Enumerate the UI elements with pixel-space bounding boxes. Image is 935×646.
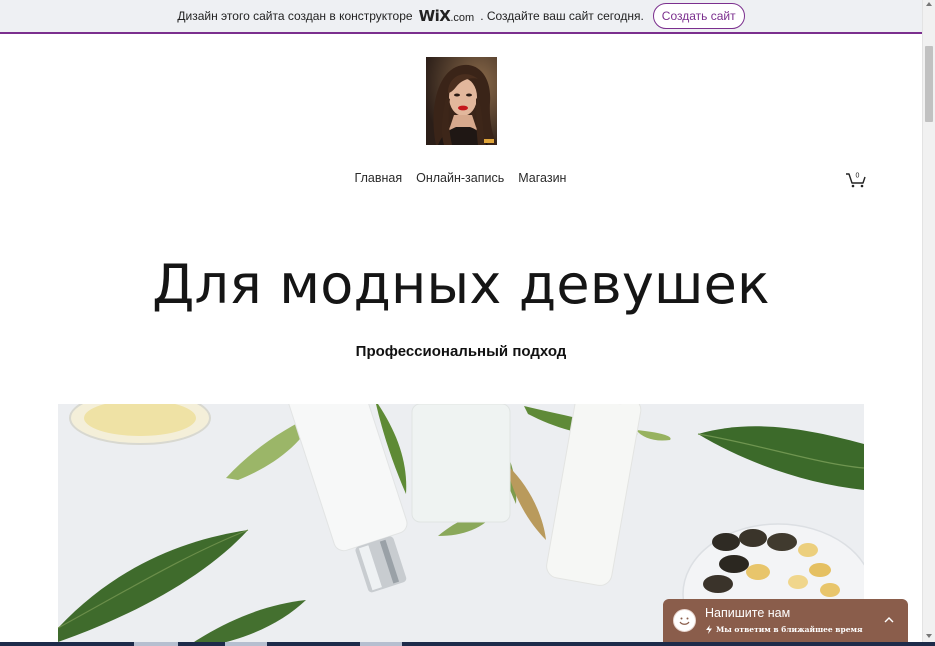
cart-button[interactable]: 0 xyxy=(845,170,867,188)
chevron-up-icon[interactable] xyxy=(884,615,894,625)
scrollbar[interactable] xyxy=(922,0,935,646)
smiley-icon xyxy=(673,609,696,632)
taskbar xyxy=(0,642,935,646)
cart-count: 0 xyxy=(856,173,860,180)
chat-subtitle: Мы ответим в ближайшее время xyxy=(705,625,863,634)
wix-logo[interactable]: WiX.com xyxy=(419,7,475,25)
chat-subtitle-text: Мы ответим в ближайшее время xyxy=(716,625,863,634)
scroll-thumb[interactable] xyxy=(925,46,933,122)
wix-promo-banner: Дизайн этого сайта создан в конструкторе… xyxy=(0,0,922,34)
banner-text: Дизайн этого сайта создан в конструкторе xyxy=(177,9,413,23)
profile-photo xyxy=(426,57,497,145)
nav-item-booking[interactable]: Онлайн-запись xyxy=(416,171,504,185)
nav-item-home[interactable]: Главная xyxy=(355,171,403,185)
hero-subtitle: Профессиональный подход xyxy=(355,343,567,360)
hero-title: Для модных девушек xyxy=(152,253,770,316)
cart-icon: 0 xyxy=(846,173,866,188)
lightning-icon xyxy=(706,625,712,634)
chat-widget[interactable]: Напишите нам Мы ответим в ближайшее врем… xyxy=(663,599,908,646)
banner-text-after: . Создайте ваш сайт сегодня. xyxy=(480,9,644,23)
scroll-up-arrow-icon[interactable] xyxy=(926,2,932,6)
chat-title: Напишите нам xyxy=(705,606,791,620)
main-nav: Главная Онлайн-запись Магазин xyxy=(0,171,922,185)
nav-item-shop[interactable]: Магазин xyxy=(518,171,566,185)
scroll-down-arrow-icon[interactable] xyxy=(926,634,932,638)
create-site-button[interactable]: Создать сайт xyxy=(652,3,745,29)
